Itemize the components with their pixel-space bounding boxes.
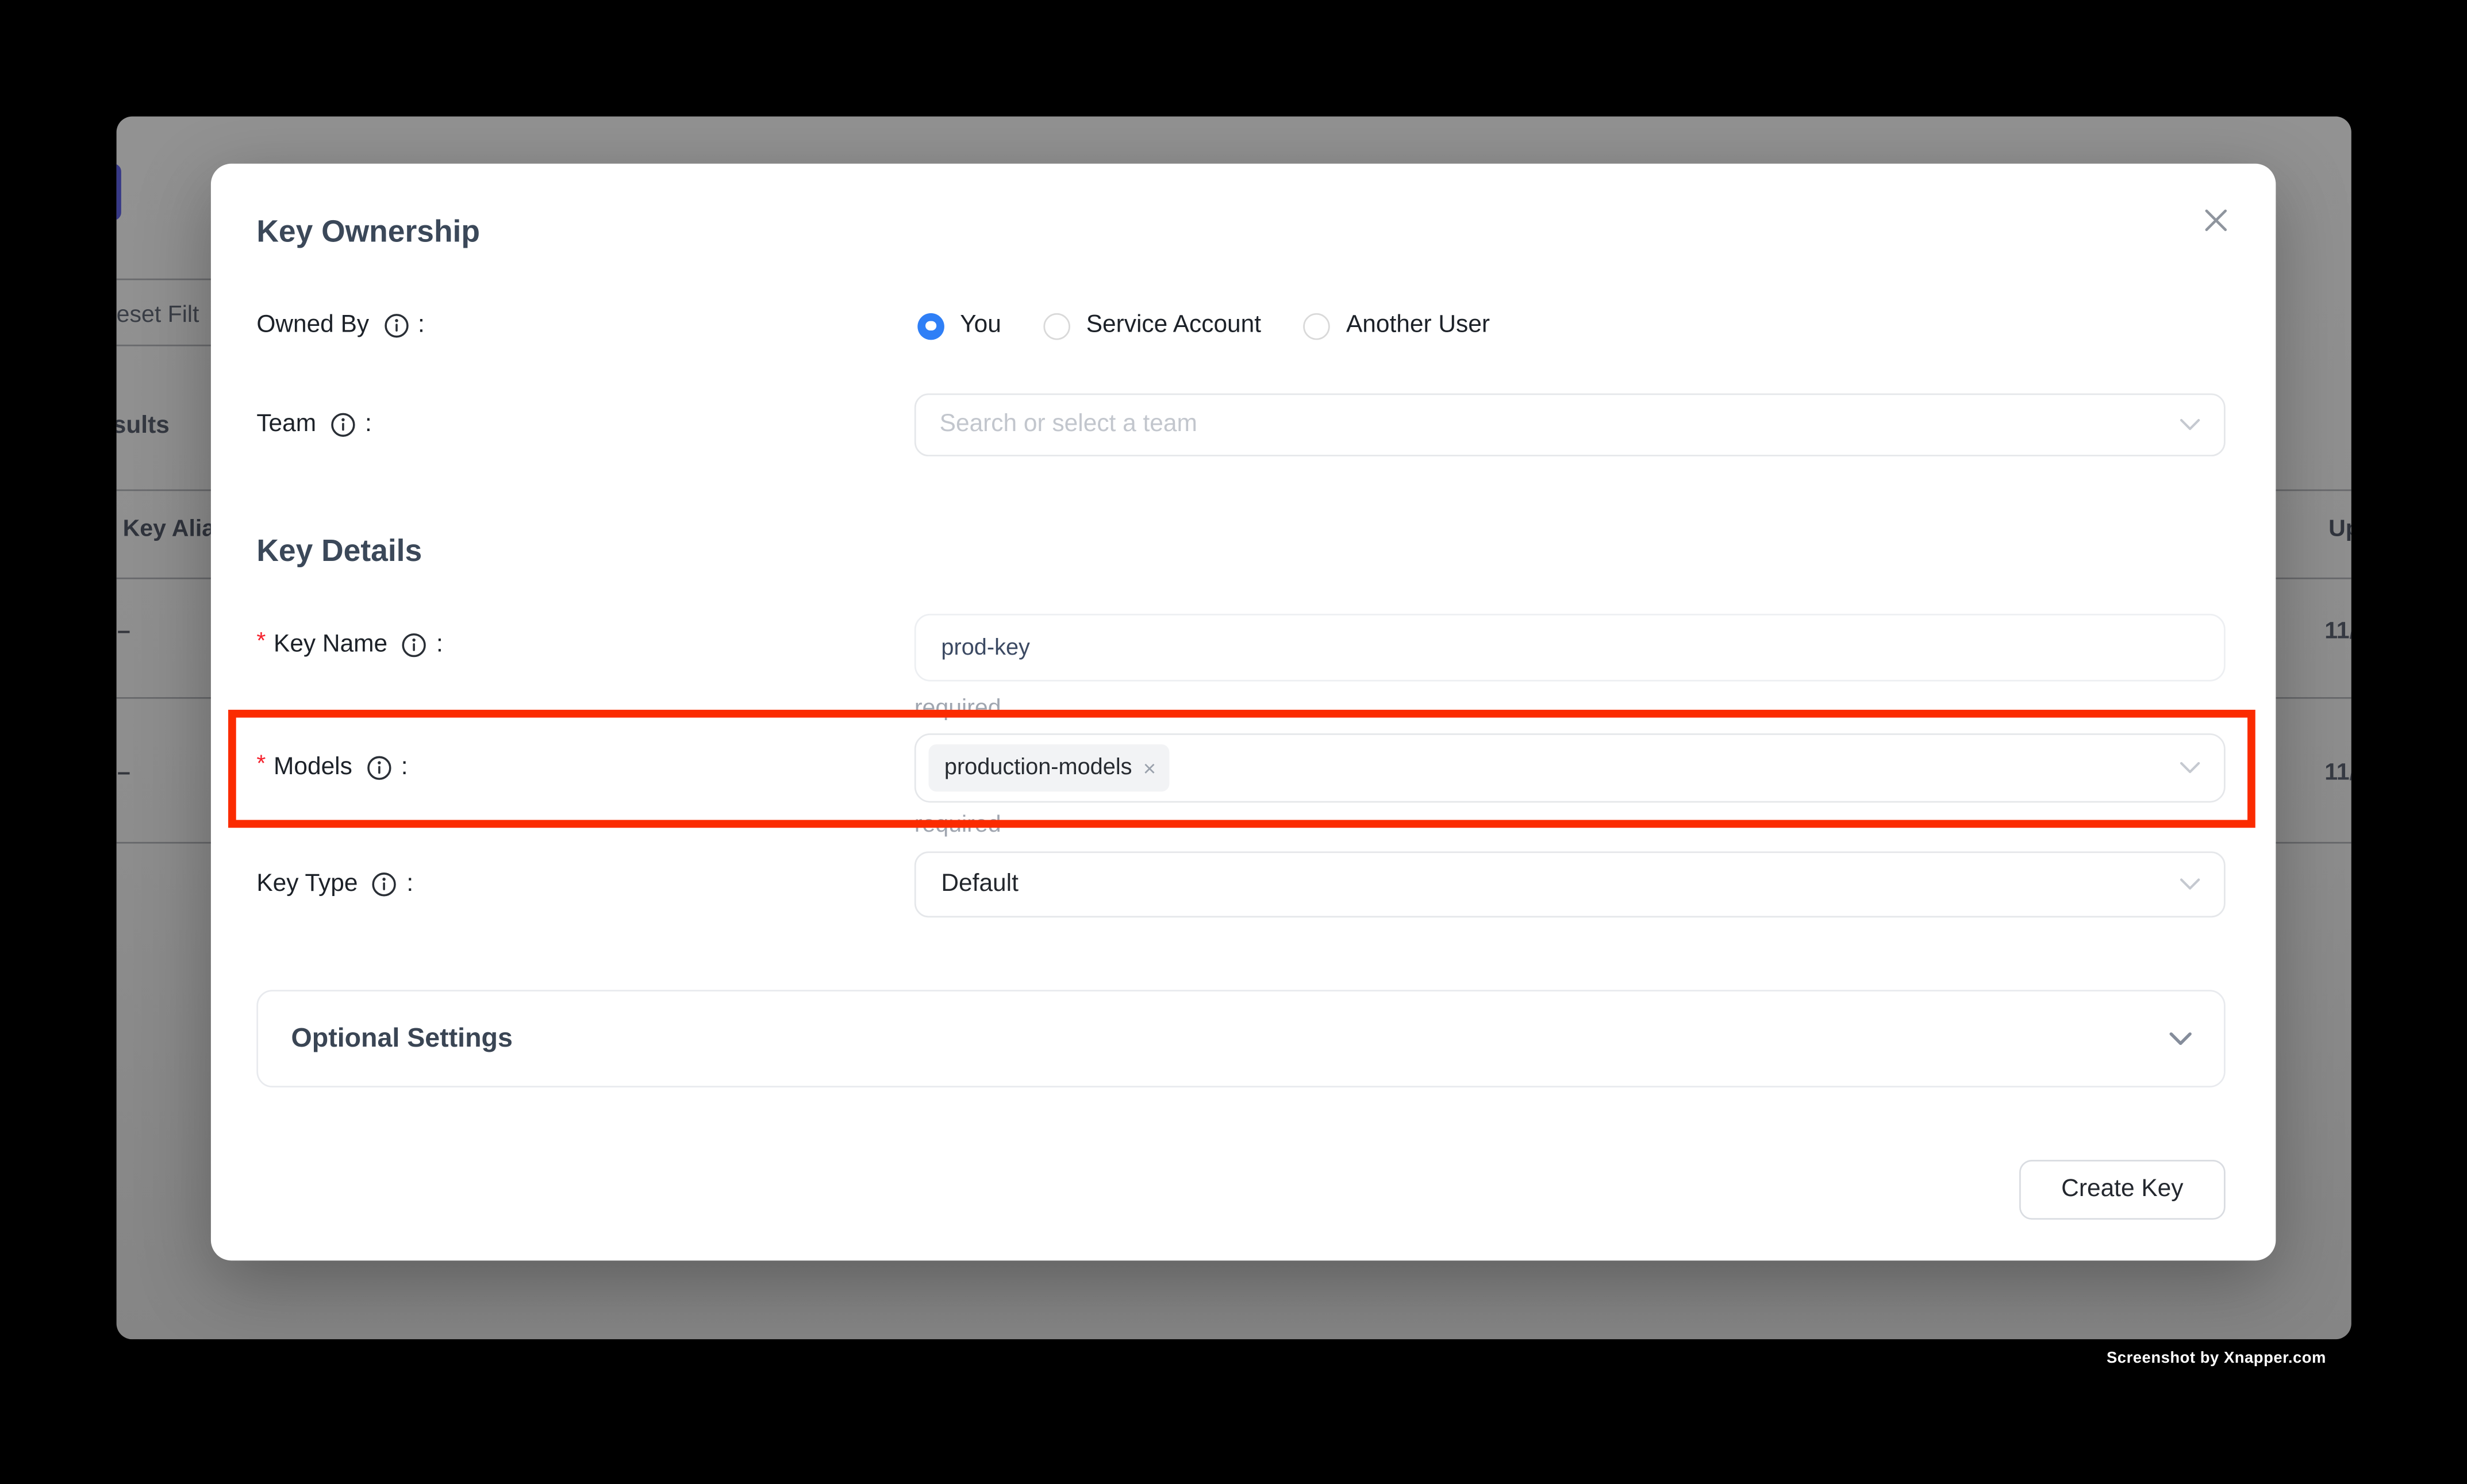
info-icon[interactable] xyxy=(331,412,356,437)
key-type-colon: : xyxy=(406,870,413,898)
screenshot-stage: eset Filt sults Key Alia Up – 11/ – 11/ … xyxy=(0,0,2467,1484)
reset-filters-button-fragment[interactable]: eset Filt xyxy=(117,301,199,328)
selected-model-tag-label: production-models xyxy=(944,755,1132,781)
table-row-updated: 11/ xyxy=(2324,617,2351,644)
owned-by-label: Owned By xyxy=(256,312,369,340)
remove-tag-icon[interactable]: × xyxy=(1143,755,1156,781)
models-validation-message: required xyxy=(914,812,1001,839)
info-icon[interactable] xyxy=(402,633,427,658)
radio-label: Another User xyxy=(1346,312,1490,340)
optional-settings-title: Optional Settings xyxy=(258,1023,513,1055)
close-icon xyxy=(2203,207,2228,233)
models-label-row: * Models : xyxy=(256,754,408,782)
key-name-validation-message: required xyxy=(914,695,1001,722)
chevron-down-icon xyxy=(2180,762,2200,774)
models-select[interactable]: production-models × xyxy=(914,733,2226,802)
radio-unselected-icon[interactable] xyxy=(1044,313,1071,340)
create-key-button[interactable]: Create Key xyxy=(2019,1160,2226,1220)
table-row-key-alias: – xyxy=(117,617,130,644)
info-icon[interactable] xyxy=(366,755,391,781)
radio-label: You xyxy=(960,312,1001,340)
team-select[interactable]: Search or select a team xyxy=(914,394,2226,457)
chevron-down-icon xyxy=(2180,878,2200,891)
key-type-label: Key Type xyxy=(256,870,358,898)
key-name-value: prod-key xyxy=(916,635,1030,660)
chevron-down-icon xyxy=(2180,418,2200,431)
key-type-select[interactable]: Default xyxy=(914,851,2226,917)
table-row-key-alias: – xyxy=(117,759,130,786)
key-type-label-row: Key Type : xyxy=(256,870,413,898)
owned-by-option-service-account[interactable]: Service Account xyxy=(1044,312,1261,340)
table-row-updated: 11/ xyxy=(2324,759,2351,786)
create-key-modal: Key Ownership Owned By : You Service Acc… xyxy=(211,163,2276,1260)
models-label: Models xyxy=(274,754,352,782)
radio-selected-icon[interactable] xyxy=(917,313,944,340)
key-name-input[interactable]: prod-key xyxy=(914,614,2226,682)
key-name-label: Key Name xyxy=(274,631,387,659)
key-name-label-row: * Key Name : xyxy=(256,631,443,659)
key-details-section-title: Key Details xyxy=(256,535,422,571)
close-button[interactable] xyxy=(2202,206,2230,234)
team-label: Team xyxy=(256,411,316,439)
owned-by-option-you[interactable]: You xyxy=(917,312,1001,340)
owned-by-colon: : xyxy=(418,312,425,340)
required-asterisk: * xyxy=(256,750,266,777)
key-type-value: Default xyxy=(916,870,1019,898)
chevron-down-icon xyxy=(2169,1032,2192,1046)
key-name-colon: : xyxy=(436,631,443,659)
models-colon: : xyxy=(401,754,408,782)
key-ownership-section-title: Key Ownership xyxy=(256,214,480,250)
radio-label: Service Account xyxy=(1086,312,1261,340)
info-icon[interactable] xyxy=(372,872,397,897)
owned-by-radio-group: You Service Account Another User xyxy=(917,312,1532,340)
owned-by-option-another-user[interactable]: Another User xyxy=(1304,312,1490,340)
info-icon[interactable] xyxy=(383,313,409,339)
radio-unselected-icon[interactable] xyxy=(1304,313,1331,340)
table-header-updated: Up xyxy=(2328,514,2351,541)
watermark-text: Screenshot by Xnapper.com xyxy=(2107,1350,2326,1367)
selected-model-tag: production-models × xyxy=(928,744,1170,791)
team-label-row: Team : xyxy=(256,411,371,439)
owned-by-label-row: Owned By : xyxy=(256,312,425,340)
table-header-key-alias: Key Alia xyxy=(123,514,216,541)
results-count-fragment: sults xyxy=(116,412,170,440)
team-colon: : xyxy=(365,411,372,439)
team-select-placeholder: Search or select a team xyxy=(916,411,1197,439)
dimmed-primary-button-fragment xyxy=(116,164,120,221)
required-asterisk: * xyxy=(256,627,266,654)
optional-settings-accordion[interactable]: Optional Settings xyxy=(256,990,2225,1087)
